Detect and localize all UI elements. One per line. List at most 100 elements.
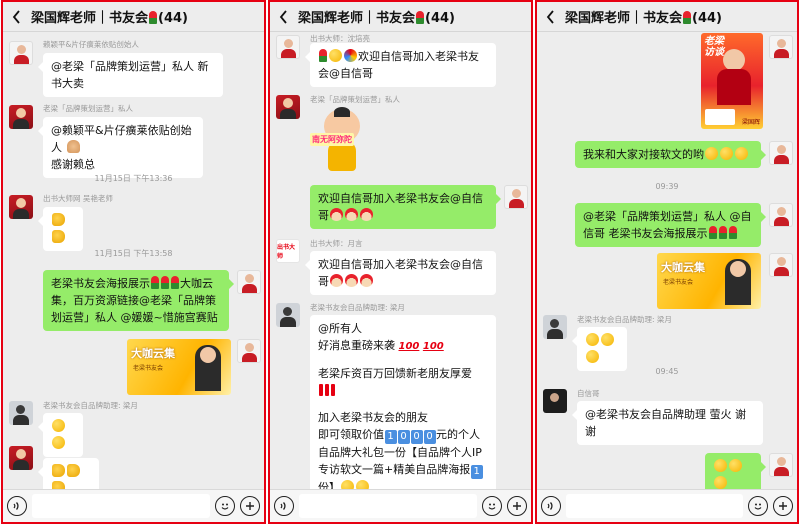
avatar[interactable] xyxy=(9,41,33,65)
sticker-hair xyxy=(334,107,350,117)
message-input[interactable] xyxy=(299,494,477,518)
chat-panel-2: 梁国辉老师｜书友会 (44) 出书大师：沈培亮 欢迎自信哥加入老梁书友会@自信哥 … xyxy=(268,0,533,524)
avatar[interactable] xyxy=(237,270,261,294)
avatar[interactable] xyxy=(769,253,793,277)
chat-title: 梁国辉老师｜书友会 (44) xyxy=(565,11,722,26)
santa-emoji-icon xyxy=(345,274,358,287)
back-arrow-icon[interactable] xyxy=(274,7,292,27)
notice-line xyxy=(318,382,488,399)
poster-title: 大咖云集 xyxy=(131,347,175,360)
voice-icon[interactable] xyxy=(541,496,561,516)
rose-emoji-icon xyxy=(149,11,158,24)
smile-emoji-icon xyxy=(586,333,599,346)
smile-emoji-icon xyxy=(705,147,718,160)
avatar[interactable] xyxy=(504,185,528,209)
poster-subtitle: 老梁书友会 xyxy=(133,365,164,372)
emoji-icon[interactable] xyxy=(748,496,768,516)
avatar[interactable] xyxy=(769,35,793,59)
avatar[interactable] xyxy=(543,389,567,413)
poster-image[interactable]: 大咖云集 老梁书友会 xyxy=(657,253,761,309)
notice-line: @所有人 xyxy=(318,322,362,335)
avatar[interactable] xyxy=(769,453,793,477)
input-bar xyxy=(270,489,531,522)
avatar[interactable] xyxy=(276,303,300,327)
emoji-icon[interactable] xyxy=(482,496,502,516)
avatar[interactable] xyxy=(276,35,300,59)
rose-emoji-icon xyxy=(708,226,717,239)
avatar[interactable] xyxy=(543,315,567,339)
digit-badge: 0 xyxy=(423,430,436,444)
message-bubble[interactable]: @所有人 好消息重磅来袭 100 100 老梁斥资百万回馈新老朋友厚爱 加入老梁… xyxy=(310,315,496,489)
thumbs-up-emoji-icon xyxy=(67,464,80,477)
avatar[interactable] xyxy=(9,401,33,425)
chat-panel-1: 梁国辉老师｜书友会 (44) 赖颖平&片仔癀莱依贴创始人 @老梁「品牌策划运营」私… xyxy=(1,0,266,524)
message-input[interactable] xyxy=(566,494,743,518)
notice-line: 即可领取价值 1 0 0 0 元的个人自品牌大礼包一份【自品牌个人IP专访软文一篇+精美自… xyxy=(318,426,488,489)
avatar[interactable] xyxy=(9,446,33,470)
exclamation-emoji-icon xyxy=(325,384,329,396)
rose-emoji-icon xyxy=(171,276,179,289)
rose-emoji-icon xyxy=(718,226,727,239)
avatar[interactable] xyxy=(9,105,33,129)
message-bubble[interactable] xyxy=(705,453,766,489)
sender-name: 老梁「品牌策划运营」私人 xyxy=(310,95,400,104)
back-arrow-icon[interactable] xyxy=(7,7,25,27)
message-input[interactable] xyxy=(32,494,210,518)
santa-emoji-icon xyxy=(330,274,343,287)
emoji-icon[interactable] xyxy=(215,496,235,516)
poster-image[interactable]: 大咖云集 老梁书友会 xyxy=(127,339,231,395)
avatar[interactable] xyxy=(276,95,300,119)
message-bubble[interactable]: 我来和大家对接软文的哟 xyxy=(575,141,766,168)
message-list[interactable]: 老梁 访谈 梁国辉 我来和大家对接软文的哟 09:39 @老梁「品牌策划运营」私… xyxy=(537,33,797,489)
notice-line: 好消息重磅来袭 100 100 xyxy=(318,339,444,352)
sticker-image[interactable]: 南无阿弥陀 xyxy=(310,107,376,177)
message-bubble[interactable] xyxy=(38,413,83,457)
rose-emoji-icon xyxy=(416,11,425,24)
plus-icon[interactable] xyxy=(507,496,527,516)
rose-emoji-icon xyxy=(151,276,159,289)
digit-badge: 0 xyxy=(410,430,423,444)
voice-icon[interactable] xyxy=(274,496,294,516)
avatar[interactable] xyxy=(237,339,261,363)
sender-name: 赖颖平&片仔癀莱依贴创始人 xyxy=(43,40,139,49)
poster-portrait xyxy=(717,69,751,105)
notice-line: 加入老梁书友会的朋友 xyxy=(318,411,428,424)
sender-name: 老梁「品牌策划运营」私人 xyxy=(43,104,133,113)
voice-icon[interactable] xyxy=(7,496,27,516)
message-bubble[interactable]: @老梁书友会自品牌助理 萤火 谢谢 xyxy=(572,401,763,445)
smile-emoji-icon xyxy=(52,436,65,449)
message-bubble[interactable] xyxy=(38,207,83,251)
notice-line: 老梁斥资百万回馈新老朋友厚爱 xyxy=(318,367,472,380)
timestamp: 09:45 xyxy=(655,367,679,376)
hundred-emoji-icon: 100 xyxy=(398,341,420,352)
smile-emoji-icon xyxy=(341,480,354,489)
sender-name: 出书大师：月言 xyxy=(310,239,363,248)
poster-title: 老梁 访谈 xyxy=(704,36,724,58)
plus-icon[interactable] xyxy=(773,496,793,516)
message-list[interactable]: 赖颖平&片仔癀莱依贴创始人 @老梁「品牌策划运营」私人 新书大卖 老梁「品牌策划… xyxy=(3,33,264,489)
rose-emoji-icon xyxy=(161,276,169,289)
avatar[interactable] xyxy=(769,203,793,227)
avatar[interactable] xyxy=(769,141,793,165)
message-bubble[interactable]: 老梁书友会海报展示 大咖云集，百万资源链接@老梁「品牌策划运营」私人 @媛媛~惜施… xyxy=(43,270,234,331)
message-list[interactable]: 出书大师：沈培亮 欢迎自信哥加入老梁书友会@自信哥 老梁「品牌策划运营」私人 南… xyxy=(270,33,531,489)
party-emoji-icon xyxy=(344,49,357,62)
smile-emoji-icon xyxy=(714,459,727,472)
rose-emoji-icon xyxy=(728,226,737,239)
chat-header: 梁国辉老师｜书友会 (44) xyxy=(3,2,264,32)
message-bubble[interactable]: 欢迎自信哥加入老梁书友会@自信哥 xyxy=(305,43,496,87)
back-arrow-icon[interactable] xyxy=(541,7,559,27)
message-bubble[interactable] xyxy=(572,327,627,371)
message-bubble[interactable]: 欢迎自信哥加入老梁书友会@自信哥 xyxy=(305,251,496,295)
avatar[interactable]: 出书大师 xyxy=(276,239,300,263)
poster-image[interactable]: 老梁 访谈 梁国辉 xyxy=(701,33,763,129)
message-bubble[interactable] xyxy=(38,458,99,489)
message-bubble[interactable]: 欢迎自信哥加入老梁书友会@自信哥 xyxy=(310,185,501,229)
message-bubble[interactable]: @赖颖平&片仔癀莱依贴创始人 感谢赖总 xyxy=(38,117,203,178)
message-bubble[interactable]: @老梁「品牌策划运营」私人 新书大卖 xyxy=(38,53,223,97)
avatar[interactable] xyxy=(9,195,33,219)
smile-emoji-icon xyxy=(729,459,742,472)
chat-panel-3: 梁国辉老师｜书友会 (44) 老梁 访谈 梁国辉 我来和大家对接软文的哟 09:3… xyxy=(535,0,799,524)
message-bubble[interactable]: @老梁「品牌策划运营」私人 @自信哥 老梁书友会海报展示 xyxy=(575,203,766,247)
plus-icon[interactable] xyxy=(240,496,260,516)
